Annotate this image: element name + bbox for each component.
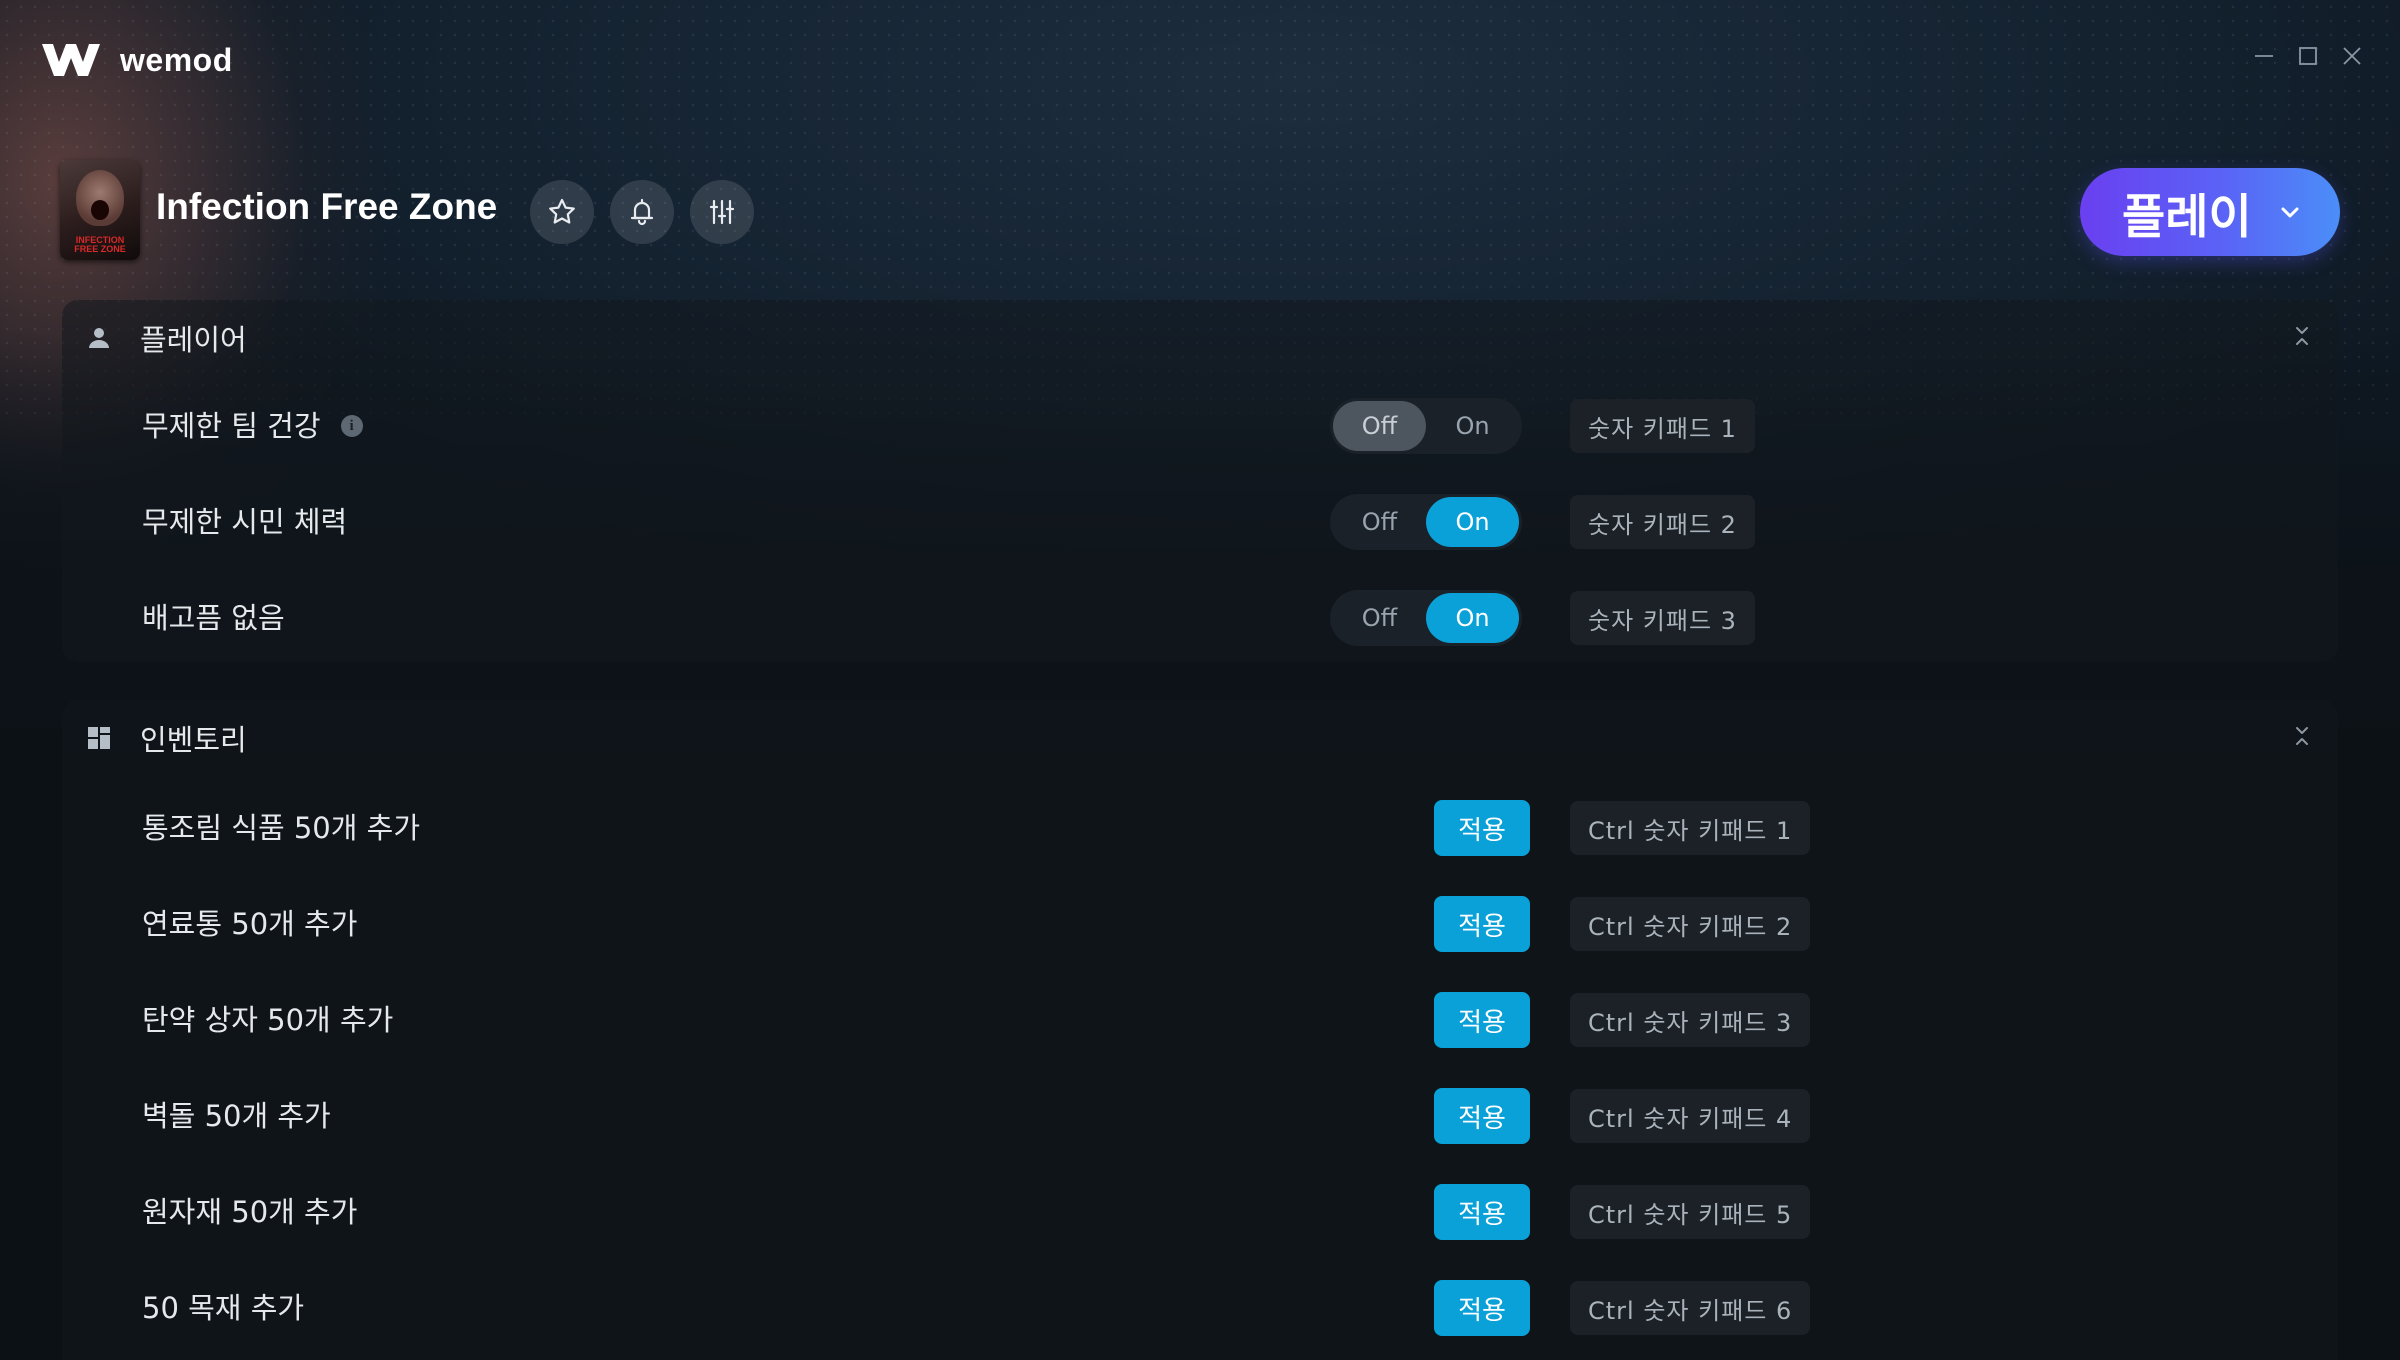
cheat-toggle: Off On [1330,590,1522,646]
apply-button[interactable]: 적용 [1434,896,1530,952]
sliders-icon [709,199,735,225]
cheat-row-no-hunger: 배고픔 없음 Off On 숫자 키패드 3 [62,588,2338,648]
window-controls [2252,44,2364,68]
cheat-toggle: Off On [1330,494,1522,550]
cheat-label: 탄약 상자 50개 추가 [142,1003,394,1037]
settings-button[interactable] [690,180,754,244]
cheat-row-raw-materials: 원자재 50개 추가 적용 Ctrl 숫자 키패드 5 [62,1182,2338,1242]
toggle-on[interactable]: On [1426,593,1519,643]
hotkey-badge[interactable]: Ctrl 숫자 키패드 2 [1570,897,1811,951]
play-button-label: 플레이 [2122,189,2252,245]
thumbnail-mouth [91,200,109,220]
bell-icon [630,198,654,226]
cheat-row-bricks: 벽돌 50개 추가 적용 Ctrl 숫자 키패드 4 [62,1086,2338,1146]
hotkey-badge[interactable]: Ctrl 숫자 키패드 1 [1570,801,1811,855]
section-title: 플레이어 [140,323,247,357]
hotkey-badge[interactable]: 숫자 키패드 3 [1570,591,1755,645]
apply-button[interactable]: 적용 [1434,800,1530,856]
section-header: 플레이어 [86,318,247,358]
cheat-row-wood: 50 목재 추가 적용 Ctrl 숫자 키패드 6 [62,1278,2338,1338]
inventory-section: 인벤토리 통조림 식품 50개 추가 적용 Ctrl 숫자 키패드 1 연료통 … [62,700,2338,1360]
apply-button[interactable]: 적용 [1434,1280,1530,1336]
cheat-toggle: Off On [1330,398,1522,454]
cheat-label: 배고픔 없음 [142,601,285,635]
cheat-label: 연료통 50개 추가 [142,907,358,941]
thumbnail-text: INFECTION FREE ZONE [74,235,126,254]
app-logo: wemod [40,38,233,82]
game-thumbnail: INFECTION FREE ZONE [60,160,140,260]
cheat-label: 벽돌 50개 추가 [142,1099,331,1133]
cheat-label: 원자재 50개 추가 [142,1195,358,1229]
hotkey-badge[interactable]: Ctrl 숫자 키패드 5 [1570,1185,1811,1239]
toggle-off[interactable]: Off [1333,593,1426,643]
cheat-label: 통조림 식품 50개 추가 [142,811,420,845]
toggle-off[interactable]: Off [1333,497,1426,547]
wemod-logo-icon [42,44,100,76]
cheat-row-team-health: 무제한 팀 건강 i Off On 숫자 키패드 1 [62,396,2338,456]
close-icon[interactable] [2340,44,2364,68]
maximize-icon[interactable] [2296,44,2320,68]
chevron-down-icon[interactable] [2278,200,2302,224]
collapse-icon[interactable] [2288,722,2316,750]
toggle-on[interactable]: On [1426,497,1519,547]
app-name: wemod [120,41,233,78]
player-section: 플레이어 무제한 팀 건강 i Off On 숫자 키패드 1 무제한 시민 체… [62,300,2338,662]
apply-button[interactable]: 적용 [1434,1184,1530,1240]
star-icon [549,198,575,224]
collapse-icon[interactable] [2288,322,2316,350]
grid-icon [86,725,112,751]
apply-button[interactable]: 적용 [1434,1088,1530,1144]
game-title: Infection Free Zone [156,186,498,227]
notifications-button[interactable] [610,180,674,244]
game-actions [530,180,754,244]
toggle-on[interactable]: On [1426,401,1519,451]
person-icon [86,325,112,351]
info-icon[interactable]: i [340,415,363,437]
cheat-row-citizen-health: 무제한 시민 체력 Off On 숫자 키패드 2 [62,492,2338,552]
hotkey-badge[interactable]: 숫자 키패드 2 [1570,495,1755,549]
cheat-label: 50 목재 추가 [142,1291,305,1325]
minimize-icon[interactable] [2252,44,2276,68]
cheat-row-fuel: 연료통 50개 추가 적용 Ctrl 숫자 키패드 2 [62,894,2338,954]
cheat-row-ammo: 탄약 상자 50개 추가 적용 Ctrl 숫자 키패드 3 [62,990,2338,1050]
cheat-label: 무제한 팀 건강 i [142,396,363,456]
wemod-window: wemod INFECTION FREE ZONE Infection Free … [0,0,2400,1360]
hotkey-badge[interactable]: 숫자 키패드 1 [1570,399,1755,453]
section-header: 인벤토리 [86,718,247,758]
cheat-row-canned-food: 통조림 식품 50개 추가 적용 Ctrl 숫자 키패드 1 [62,798,2338,858]
apply-button[interactable]: 적용 [1434,992,1530,1048]
play-button[interactable]: 플레이 [2080,168,2340,256]
hotkey-badge[interactable]: Ctrl 숫자 키패드 6 [1570,1281,1811,1335]
hotkey-badge[interactable]: Ctrl 숫자 키패드 3 [1570,993,1811,1047]
hotkey-badge[interactable]: Ctrl 숫자 키패드 4 [1570,1089,1811,1143]
section-title: 인벤토리 [140,723,247,757]
cheat-label-text: 무제한 팀 건강 [142,409,321,443]
toggle-off[interactable]: Off [1333,401,1426,451]
favorite-button[interactable] [530,180,594,244]
cheat-label: 무제한 시민 체력 [142,505,348,539]
